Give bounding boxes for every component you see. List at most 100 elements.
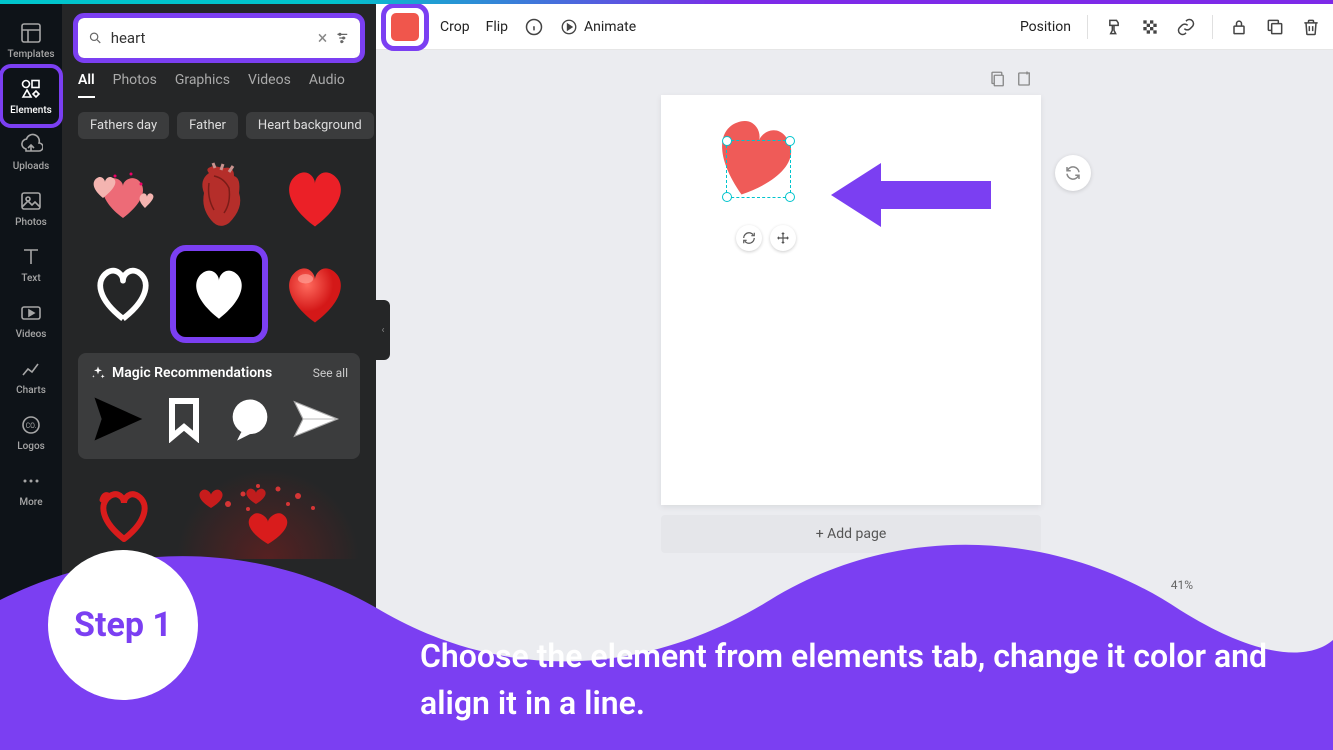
link-icon[interactable] [1176, 17, 1196, 37]
move-icon [776, 231, 790, 245]
refresh-icon [1064, 164, 1082, 182]
resize-handle[interactable] [785, 192, 795, 202]
magic-item-paperplane-filled[interactable] [90, 391, 146, 447]
more-icon [19, 469, 43, 493]
result-ribbon-heart[interactable] [78, 469, 170, 559]
tab-graphics[interactable]: Graphics [175, 72, 230, 98]
color-picker-highlight [386, 8, 424, 46]
tab-all[interactable]: All [78, 72, 95, 98]
magic-item-speech[interactable] [222, 391, 278, 447]
step-label: Step 1 [74, 605, 172, 645]
chip[interactable]: Fathers day [78, 112, 169, 139]
resize-handle[interactable] [722, 192, 732, 202]
panel-collapse-handle[interactable]: ‹ [376, 300, 390, 360]
animate-icon [560, 18, 578, 36]
rail-item-text[interactable]: Text [3, 236, 59, 292]
rail-label: Photos [15, 217, 47, 228]
ribbon-heart-icon [84, 474, 164, 554]
resize-handle[interactable] [722, 136, 732, 146]
rail-label: Charts [16, 385, 46, 396]
selection-box[interactable] [726, 140, 791, 198]
clear-search-button[interactable]: × [318, 28, 328, 49]
speech-bubble-icon [224, 393, 276, 445]
heart-outline-icon [85, 256, 161, 332]
copy-style-icon[interactable] [1104, 17, 1124, 37]
flip-button[interactable]: Flip [486, 19, 508, 35]
duplicate-page-icon[interactable] [989, 70, 1007, 88]
element-color-swatch[interactable] [391, 13, 419, 41]
rail-label: Templates [7, 49, 54, 60]
add-page-icon[interactable] [1015, 70, 1033, 88]
context-toolbar: Crop Flip Animate Position [376, 4, 1333, 50]
tab-videos[interactable]: Videos [248, 72, 291, 98]
arrow-left-icon [826, 155, 996, 235]
toolbar-divider [1087, 15, 1088, 39]
filter-icon[interactable] [335, 29, 350, 47]
rotate-icon [742, 231, 756, 245]
rail-label: Elements [10, 105, 52, 116]
search-icon [88, 29, 103, 47]
delete-icon[interactable] [1301, 17, 1321, 37]
rail-label: Uploads [13, 161, 50, 172]
glossy-heart-icon [277, 256, 353, 332]
animate-button[interactable]: Animate [560, 18, 636, 36]
magic-item-paperplane-outline[interactable] [288, 391, 344, 447]
lock-icon[interactable] [1229, 17, 1249, 37]
instruction-text: Choose the element from elements tab, ch… [420, 633, 1293, 726]
rail-item-charts[interactable]: Charts [3, 348, 59, 404]
heart-pile-icon [188, 474, 348, 554]
rail-label: Videos [16, 329, 47, 340]
chip[interactable]: Heart background [246, 112, 374, 139]
tab-photos[interactable]: Photos [113, 72, 157, 98]
rail-item-templates[interactable]: Templates [3, 12, 59, 68]
regenerate-button[interactable] [1055, 155, 1091, 191]
rail-item-logos[interactable]: CO. Logos [3, 404, 59, 460]
rail-item-elements[interactable]: Elements [3, 68, 59, 124]
elements-icon [19, 77, 43, 101]
paperplane-filled-icon [92, 393, 144, 445]
resize-handle[interactable] [785, 136, 795, 146]
rail-item-more[interactable]: More [3, 460, 59, 516]
floating-controls [736, 225, 796, 251]
result-anatomical-heart[interactable] [174, 153, 264, 243]
transparency-icon[interactable] [1140, 17, 1160, 37]
result-heart-outline[interactable] [78, 249, 168, 339]
position-button[interactable]: Position [1020, 19, 1071, 35]
duplicate-icon[interactable] [1265, 17, 1285, 37]
photos-icon [19, 189, 43, 213]
add-page-button[interactable]: + Add page [661, 515, 1041, 553]
result-hearts-pink[interactable] [78, 153, 168, 243]
magic-item-bookmark[interactable] [156, 391, 212, 447]
rail-label: Text [21, 273, 40, 284]
search-input[interactable] [111, 29, 310, 47]
move-handle[interactable] [770, 225, 796, 251]
result-white-heart-selected[interactable] [174, 249, 264, 339]
rail-item-videos[interactable]: Videos [3, 292, 59, 348]
chip[interactable]: Father [177, 112, 238, 139]
filter-tabs: All Photos Graphics Videos Audio [62, 68, 376, 98]
rail-item-photos[interactable]: Photos [3, 180, 59, 236]
page-actions [989, 70, 1033, 88]
tab-audio[interactable]: Audio [309, 72, 345, 98]
top-gradient-bar [0, 0, 1333, 4]
result-heart-pile[interactable] [176, 469, 360, 559]
result-red-heart[interactable] [270, 153, 360, 243]
hearts-graphic-icon [83, 158, 163, 238]
zoom-level[interactable]: 41% [1171, 578, 1193, 592]
rail-item-uploads[interactable]: Uploads [3, 124, 59, 180]
rail-label: Logos [17, 441, 45, 452]
magic-recommendations: Magic Recommendations See all [78, 353, 360, 459]
red-heart-icon [277, 160, 353, 236]
anatomical-heart-icon [179, 158, 259, 238]
text-icon [19, 245, 43, 269]
uploads-icon [19, 133, 43, 157]
logos-icon: CO. [19, 413, 43, 437]
info-icon[interactable] [524, 17, 544, 37]
rotate-handle[interactable] [736, 225, 762, 251]
white-heart-icon [181, 256, 257, 332]
crop-button[interactable]: Crop [440, 19, 470, 35]
result-glossy-heart[interactable] [270, 249, 360, 339]
magic-see-all[interactable]: See all [313, 366, 348, 380]
charts-icon [19, 357, 43, 381]
sparkle-icon [90, 365, 106, 381]
